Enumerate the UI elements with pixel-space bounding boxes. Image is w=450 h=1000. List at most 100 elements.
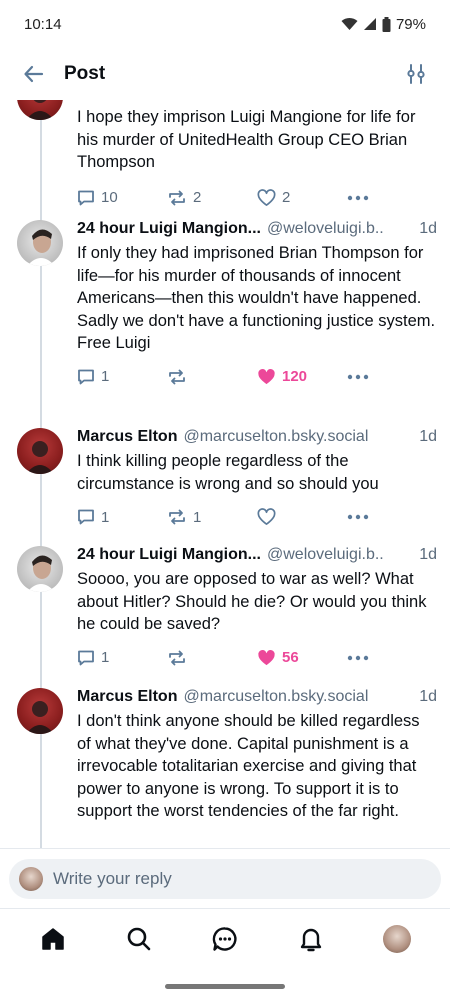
- speech-bubble-icon: [78, 650, 94, 665]
- author-name[interactable]: Marcus Elton: [77, 426, 177, 448]
- like-button[interactable]: 56: [257, 649, 347, 667]
- avatar: [19, 866, 43, 891]
- nav-profile[interactable]: [375, 917, 419, 961]
- post-time: 1d: [419, 220, 437, 237]
- nav-search[interactable]: [117, 917, 161, 961]
- post-text: I hope they imprison Luigi Mangione for …: [77, 108, 416, 171]
- heart-icon: [257, 508, 276, 525]
- post-actions: 10 2 2: [77, 188, 437, 208]
- status-bar: 10:14 79%: [0, 0, 450, 48]
- author-name[interactable]: 24 hour Luigi Mangion...: [77, 218, 261, 240]
- chat-icon: [212, 926, 237, 951]
- gesture-bar[interactable]: [165, 984, 285, 989]
- like-button[interactable]: [257, 508, 347, 526]
- repost-icon: [169, 509, 185, 525]
- post-time: 1d: [419, 546, 437, 563]
- battery-icon: [382, 16, 391, 32]
- author-handle[interactable]: @marcuselton.bsky.social: [183, 686, 413, 708]
- post-time: 1d: [419, 688, 437, 705]
- like-count: 120: [282, 368, 308, 385]
- reply-placeholder: Write your reply: [53, 868, 172, 888]
- author-handle[interactable]: @weloveluigi.b..: [267, 544, 413, 566]
- status-time: 10:14: [24, 15, 62, 33]
- author-handle[interactable]: @marcuselton.bsky.social: [183, 426, 413, 448]
- reply-count: 1: [101, 649, 110, 666]
- like-count: 56: [282, 649, 299, 666]
- like-count: 2: [282, 189, 291, 206]
- post-text: I don't think anyone should be killed re…: [77, 712, 420, 820]
- nav-chat[interactable]: [203, 917, 247, 961]
- post-header-row: 24 hour Luigi Mangion... @weloveluigi.b.…: [77, 218, 437, 240]
- repost-button[interactable]: 1: [167, 508, 257, 526]
- post-header-row: Marcus Elton @marcuselton.bsky.social 1d: [77, 686, 437, 708]
- ellipsis-icon: [347, 195, 369, 200]
- reply-button[interactable]: 10: [77, 189, 167, 207]
- more-options-button[interactable]: [347, 374, 369, 380]
- arrow-left-icon: [24, 65, 44, 83]
- reply-count: 10: [101, 189, 118, 206]
- reply-bar: Write your reply: [0, 848, 450, 908]
- bottom-nav: [0, 908, 450, 968]
- post-time: 1d: [419, 428, 437, 445]
- post-text: I think killing people regardless of the…: [77, 452, 379, 493]
- avatar[interactable]: [17, 428, 63, 474]
- repost-button[interactable]: 2: [167, 189, 257, 207]
- page-title: Post: [64, 63, 106, 84]
- sliders-icon: [407, 64, 425, 84]
- speech-bubble-icon: [78, 190, 94, 205]
- like-button[interactable]: 120: [257, 368, 347, 386]
- repost-icon: [169, 650, 185, 665]
- more-options-button[interactable]: [347, 514, 369, 520]
- ellipsis-icon: [347, 514, 369, 520]
- author-handle[interactable]: @weloveluigi.b..: [267, 218, 413, 240]
- post-header-row: 24 hour Luigi Mangion... @weloveluigi.b.…: [77, 544, 437, 566]
- heart-icon: [258, 368, 275, 384]
- reply-input[interactable]: Write your reply: [9, 858, 441, 899]
- repost-count: 2: [193, 189, 202, 206]
- speech-bubble-icon: [78, 509, 94, 525]
- speech-bubble-icon: [78, 369, 94, 384]
- avatar[interactable]: [17, 220, 63, 266]
- repost-icon: [169, 369, 185, 384]
- post-text: Soooo, you are opposed to war as well? W…: [77, 570, 427, 633]
- more-options-button[interactable]: [347, 655, 369, 661]
- avatar: [383, 924, 411, 953]
- bell-icon: [300, 928, 322, 951]
- nav-home[interactable]: [31, 917, 75, 961]
- repost-button[interactable]: [167, 368, 257, 386]
- post-actions: 1 120: [77, 367, 437, 387]
- ellipsis-icon: [347, 655, 369, 660]
- thread-feed[interactable]: I hope they imprison Luigi Mangione for …: [0, 100, 450, 848]
- repost-icon: [169, 190, 185, 205]
- heart-icon: [257, 188, 276, 206]
- home-icon: [42, 927, 64, 950]
- like-button[interactable]: 2: [257, 188, 347, 207]
- reply-button[interactable]: 1: [77, 649, 167, 667]
- author-name[interactable]: 24 hour Luigi Mangion...: [77, 544, 261, 566]
- post-header: Post: [0, 48, 450, 100]
- reply-button[interactable]: 1: [77, 368, 167, 386]
- back-button[interactable]: [18, 58, 50, 90]
- post-header-row: Marcus Elton @marcuselton.bsky.social 1d: [77, 426, 437, 448]
- reply-count: 1: [101, 508, 110, 526]
- author-name[interactable]: Marcus Elton: [77, 686, 177, 708]
- status-icons: 79%: [341, 16, 426, 33]
- avatar[interactable]: [17, 100, 63, 120]
- wifi-icon: [341, 17, 358, 30]
- post-actions: 1 1: [77, 507, 437, 527]
- post-text: If only they had imprisoned Brian Thomps…: [77, 244, 436, 352]
- battery-percent: 79%: [395, 15, 426, 33]
- more-options-button[interactable]: [347, 195, 369, 201]
- avatar[interactable]: [17, 688, 63, 734]
- search-icon: [127, 927, 151, 950]
- reply-count: 1: [101, 368, 110, 385]
- avatar[interactable]: [17, 546, 63, 592]
- ellipsis-icon: [347, 374, 369, 379]
- post-actions: 1 56: [77, 648, 437, 668]
- nav-notifications[interactable]: [289, 917, 333, 961]
- reply-button[interactable]: 1: [77, 508, 167, 526]
- cell-signal-icon: [363, 18, 376, 30]
- thread-settings-button[interactable]: [400, 58, 432, 90]
- repost-count: 1: [193, 508, 202, 526]
- repost-button[interactable]: [167, 649, 257, 667]
